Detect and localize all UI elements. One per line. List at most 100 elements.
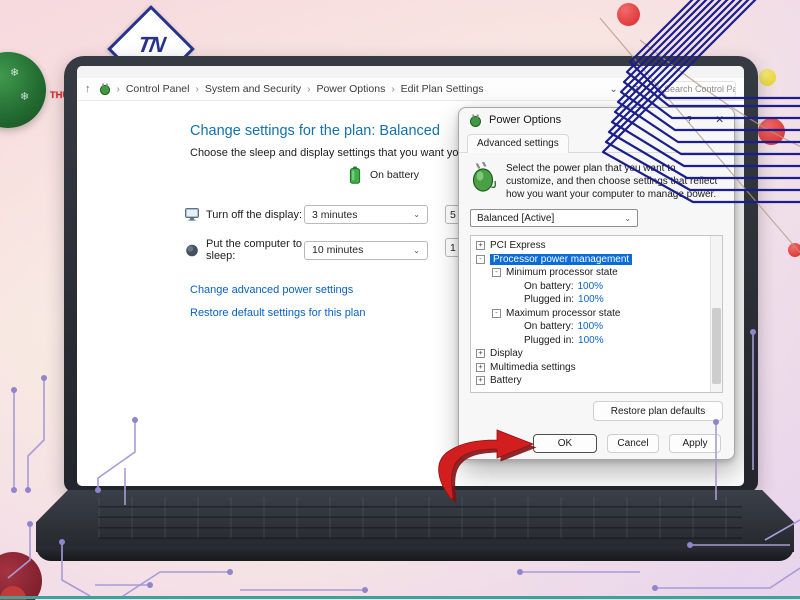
decor-red-dot	[788, 243, 800, 257]
promo-canvas: ❄ ❄ TN Computer THUAN NHAN COMPUTER ↑ › …	[0, 0, 800, 600]
tree-value-row[interactable]: On battery: 100%	[471, 320, 722, 334]
breadcrumb-separator: ›	[195, 84, 198, 95]
on-battery-label: On battery	[370, 169, 419, 181]
breadcrumb-system-security[interactable]: System and Security	[205, 83, 301, 95]
snowflake-icon: ❄	[10, 66, 19, 79]
expander-icon[interactable]: -	[492, 309, 501, 318]
restore-defaults-link[interactable]: Restore default settings for this plan	[190, 307, 365, 319]
dialog-titlebar[interactable]: Power Options ? ✕	[459, 108, 734, 132]
tree-item-pci-express[interactable]: + PCI Express	[471, 239, 722, 253]
tree-value[interactable]: 100%	[578, 335, 604, 346]
sleep-timeout-dropdown[interactable]: 10 minutes ⌄	[304, 241, 428, 260]
advanced-settings-link[interactable]: Change advanced power settings	[190, 284, 353, 296]
display-icon	[185, 208, 199, 221]
tree-item-label-selected: Processor power management	[490, 254, 632, 265]
display-setting-row: Turn off the display: 3 minutes ⌄	[185, 205, 428, 224]
help-icon[interactable]: ?	[686, 114, 692, 126]
plugged-in-display-value: 5	[450, 209, 456, 221]
breadcrumb-power-options[interactable]: Power Options	[316, 83, 385, 95]
chevron-down-icon: ⌄	[413, 246, 420, 255]
power-options-dialog: Power Options ? ✕ Advanced settings Sele…	[458, 107, 735, 460]
sleep-setting-row: Put the computer to sleep: 10 minutes ⌄	[185, 238, 428, 262]
tree-item-processor-power-management[interactable]: - Processor power management	[471, 253, 722, 267]
tree-value-row[interactable]: On battery: 100%	[471, 280, 722, 294]
ok-button[interactable]: OK	[533, 434, 597, 453]
display-timeout-dropdown[interactable]: 3 minutes ⌄	[304, 205, 428, 224]
dialog-tabstrip: Advanced settings	[459, 132, 734, 153]
tree-value-row[interactable]: Plugged in: 100%	[471, 293, 722, 307]
sleep-icon	[185, 244, 199, 257]
display-timeout-value: 3 minutes	[312, 209, 358, 221]
tree-value-label: On battery:	[524, 321, 573, 332]
tree-item-label: Display	[490, 348, 523, 359]
plan-selector-dropdown[interactable]: Balanced [Active] ⌄	[470, 209, 638, 227]
expander-icon[interactable]: +	[476, 376, 485, 385]
search-input[interactable]: Search Control Panel	[658, 81, 736, 98]
power-plug-icon	[470, 162, 497, 193]
tree-item-label: PCI Express	[490, 240, 546, 251]
tree-value-label: Plugged in:	[524, 294, 574, 305]
tree-item-minimum-processor-state[interactable]: - Minimum processor state	[471, 266, 722, 280]
battery-icon	[349, 166, 361, 184]
turn-off-display-label: Turn off the display:	[206, 209, 304, 221]
tree-item-label: Multimedia settings	[490, 362, 576, 373]
window-titlebar	[77, 66, 744, 78]
tree-item-display[interactable]: + Display	[471, 347, 722, 361]
scrollbar-thumb[interactable]	[712, 308, 721, 384]
on-battery-header: On battery	[349, 166, 419, 184]
dialog-title: Power Options	[489, 114, 561, 126]
tree-item-label: Battery	[490, 375, 522, 386]
tree-item-label: Maximum processor state	[506, 308, 620, 319]
restore-plan-defaults-button[interactable]: Restore plan defaults	[593, 401, 723, 421]
expander-icon[interactable]: +	[476, 241, 485, 250]
breadcrumb-control-panel[interactable]: Control Panel	[126, 83, 190, 95]
advanced-settings-tree: + PCI Express - Processor power manageme…	[470, 235, 723, 393]
plan-selector-value: Balanced [Active]	[477, 213, 554, 224]
address-bar: ↑ › Control Panel › System and Security …	[77, 78, 744, 101]
laptop-screen: ↑ › Control Panel › System and Security …	[77, 66, 744, 486]
page-title: Change settings for the plan: Balanced	[190, 123, 440, 139]
tree-item-battery[interactable]: + Battery	[471, 374, 722, 388]
refresh-icon[interactable]: ⟳	[632, 83, 641, 96]
tree-scrollbar[interactable]	[710, 236, 722, 392]
sleep-timeout-value: 10 minutes	[312, 244, 363, 256]
chevron-down-icon: ⌄	[413, 210, 420, 219]
plugged-in-sleep-value: 1	[450, 242, 456, 254]
expander-icon[interactable]: +	[476, 363, 485, 372]
tree-item-multimedia-settings[interactable]: + Multimedia settings	[471, 361, 722, 375]
breadcrumb-separator: ›	[391, 84, 394, 95]
decor-yellow-dot	[759, 69, 776, 86]
address-dropdown-icon[interactable]: ⌄	[609, 84, 617, 95]
tree-item-label: Minimum processor state	[506, 267, 618, 278]
breadcrumb-separator: ›	[307, 84, 310, 95]
tab-advanced-settings[interactable]: Advanced settings	[467, 134, 569, 153]
tree-item-maximum-processor-state[interactable]: - Maximum processor state	[471, 307, 722, 321]
apply-button[interactable]: Apply	[669, 434, 721, 453]
chevron-down-icon: ⌄	[624, 214, 631, 223]
up-arrow-icon[interactable]: ↑	[85, 83, 91, 95]
breadcrumb-separator: ›	[117, 84, 120, 95]
tree-value-row[interactable]: Plugged in: 100%	[471, 334, 722, 348]
dialog-description: Select the power plan that you want to c…	[506, 162, 723, 201]
tree-value-label: Plugged in:	[524, 335, 574, 346]
sleep-timeout-label: Put the computer to sleep:	[206, 238, 304, 262]
tree-value[interactable]: 100%	[578, 294, 604, 305]
decor-red-dot	[758, 118, 785, 145]
decor-red-dot	[617, 3, 640, 26]
power-options-icon	[99, 83, 111, 95]
expander-icon[interactable]: -	[492, 268, 501, 277]
expander-icon[interactable]: +	[476, 349, 485, 358]
cancel-button[interactable]: Cancel	[607, 434, 659, 453]
expander-icon[interactable]: -	[476, 255, 485, 264]
close-icon[interactable]: ✕	[715, 114, 724, 126]
tree-value-label: On battery:	[524, 281, 573, 292]
laptop-keyboard	[98, 497, 742, 539]
divider	[649, 82, 650, 97]
tree-value[interactable]: 100%	[577, 321, 603, 332]
logo-monogram: TN	[137, 35, 166, 55]
tree-value[interactable]: 100%	[577, 281, 603, 292]
power-options-icon	[469, 114, 482, 127]
breadcrumb-edit-plan-settings[interactable]: Edit Plan Settings	[401, 83, 484, 95]
dialog-description-row: Select the power plan that you want to c…	[470, 162, 723, 201]
laptop-front-lip	[36, 546, 794, 561]
